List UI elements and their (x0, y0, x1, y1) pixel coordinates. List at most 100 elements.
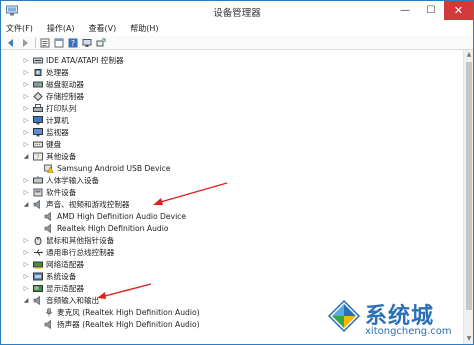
speaker-icon (44, 211, 54, 221)
svg-text:?: ? (71, 39, 75, 48)
expand-icon[interactable]: ▷ (22, 116, 30, 124)
monitor-device-icon (33, 127, 43, 137)
watermark-url: xitongcheng.com (365, 326, 452, 337)
close-button[interactable]: ✕ (444, 1, 473, 20)
tree-item-processor[interactable]: ▷ 处理器 (22, 66, 69, 78)
monitor-icon[interactable] (82, 38, 92, 48)
tree-item-samsung-usb-device[interactable]: Samsung Android USB Device (44, 162, 170, 174)
system-device-icon (33, 272, 43, 281)
collapse-icon[interactable]: ◢ (22, 152, 30, 160)
scroll-up-icon[interactable]: ▲ (465, 51, 473, 59)
tree-item-label: 系统设备 (46, 271, 77, 281)
expand-icon[interactable]: ▷ (22, 140, 30, 148)
menu-help[interactable]: 帮助(H) (130, 23, 158, 34)
tree-item-monitors[interactable]: ▷ 监视器 (22, 126, 69, 138)
other-devices-icon: ? (33, 152, 43, 161)
device-manager-window: 设备管理器 — ☐ ✕ 文件(F) 操作(A) 查看(V) 帮助(H) ? ▷ … (0, 0, 474, 345)
toolbar: ? (1, 36, 473, 50)
tree-item-hid[interactable]: ▷ 人体学输入设备 (22, 174, 99, 186)
tree-item-storage-controllers[interactable]: ▷ 存储控制器 (22, 90, 84, 102)
xitongcheng-logo-icon (327, 299, 361, 333)
tree-item-amd-hd-audio[interactable]: AMD High Definition Audio Device (44, 210, 186, 222)
tree-item-keyboards[interactable]: ▷ 键盘 (22, 138, 62, 150)
tree-item-label: 监视器 (46, 127, 69, 137)
tree-item-microphone[interactable]: 麦克风 (Realtek High Definition Audio) (44, 306, 200, 318)
expand-icon[interactable]: ▷ (22, 56, 30, 64)
tree-item-label: 键盘 (46, 139, 62, 149)
expand-icon[interactable]: ▷ (22, 248, 30, 256)
watermark: 系统城 xitongcheng.com (327, 296, 467, 342)
window-icon[interactable] (54, 38, 64, 48)
expand-icon[interactable]: ▷ (22, 260, 30, 268)
tree-item-ide-controller[interactable]: ▷ IDE ATA/ATAPI 控制器 (22, 54, 124, 66)
expand-icon[interactable]: ▷ (22, 104, 30, 112)
collapse-icon[interactable]: ◢ (22, 200, 30, 208)
tree-item-label: 显示适配器 (46, 283, 84, 293)
expand-icon[interactable]: ▷ (22, 236, 30, 244)
properties-icon[interactable] (40, 38, 50, 48)
tree-item-label: 其他设备 (46, 151, 77, 161)
tree-item-label: 扬声器 (Realtek High Definition Audio) (57, 319, 200, 329)
forward-icon[interactable] (20, 38, 30, 48)
tree-item-label: 鼠标和其他指针设备 (46, 235, 115, 245)
speaker-icon (33, 295, 43, 305)
minimize-button[interactable]: — (392, 1, 418, 20)
display-adapter-icon (33, 284, 43, 293)
menu-action[interactable]: 操作(A) (47, 23, 75, 34)
tree-item-system-devices[interactable]: ▷ 系统设备 (22, 270, 77, 282)
tree-item-computer[interactable]: ▷ 计算机 (22, 114, 69, 126)
tree-item-label: 磁盘驱动器 (46, 79, 84, 89)
annotation-arrow-audio-io (97, 283, 152, 299)
processor-icon (33, 68, 43, 77)
scan-icon[interactable] (96, 38, 106, 48)
computer-icon (33, 115, 43, 125)
disk-drive-icon (33, 80, 43, 89)
storage-controller-icon (33, 91, 43, 101)
tree-item-mice[interactable]: ▷ 鼠标和其他指针设备 (22, 234, 114, 246)
network-adapter-icon (33, 260, 43, 269)
printer-icon (33, 103, 43, 113)
scrollbar-thumb[interactable] (466, 62, 472, 310)
tree-item-realtek-hd-audio[interactable]: Realtek High Definition Audio (44, 222, 168, 234)
tree-item-sound-video-game-controllers[interactable]: ◢ 声音、视频和游戏控制器 (22, 198, 130, 210)
keyboard-icon (33, 140, 43, 149)
svg-text:?: ? (36, 154, 39, 161)
menu-view[interactable]: 查看(V) (89, 23, 117, 34)
speaker-icon (33, 199, 43, 209)
tree-item-disk-drives[interactable]: ▷ 磁盘驱动器 (22, 78, 84, 90)
expand-icon[interactable]: ▷ (22, 128, 30, 136)
tree-item-label: 计算机 (46, 115, 69, 125)
expand-icon[interactable]: ▷ (22, 92, 30, 100)
tree-item-audio-inputs-outputs[interactable]: ◢ 音频输入和输出 (22, 294, 99, 306)
tree-item-label: IDE ATA/ATAPI 控制器 (46, 55, 124, 65)
expand-icon[interactable]: ▷ (22, 80, 30, 88)
tree-item-label: 声音、视频和游戏控制器 (46, 199, 130, 209)
tree-item-usb-controllers[interactable]: ▷ 通用串行总线控制器 (22, 246, 115, 258)
expand-icon[interactable]: ▷ (22, 188, 30, 196)
menu-file[interactable]: 文件(F) (6, 23, 33, 34)
tree-item-other-devices[interactable]: ◢ ? 其他设备 (22, 150, 77, 162)
back-icon[interactable] (6, 38, 16, 48)
speaker-icon (44, 319, 54, 329)
expand-icon[interactable]: ▷ (22, 284, 30, 292)
software-device-icon (33, 188, 43, 197)
mouse-icon (33, 236, 43, 245)
expand-icon[interactable]: ▷ (22, 68, 30, 76)
expand-icon[interactable]: ▷ (22, 176, 30, 184)
usb-icon (33, 248, 43, 257)
tree-item-speakers[interactable]: 扬声器 (Realtek High Definition Audio) (44, 318, 200, 330)
expand-icon[interactable]: ▷ (22, 272, 30, 280)
help-icon[interactable]: ? (68, 38, 78, 48)
menu-bar: 文件(F) 操作(A) 查看(V) 帮助(H) (1, 20, 473, 36)
maximize-button[interactable]: ☐ (418, 1, 444, 20)
tree-item-label: 麦克风 (Realtek High Definition Audio) (57, 307, 200, 317)
tree-item-software-devices[interactable]: ▷ 软件设备 (22, 186, 77, 198)
tree-item-network-adapters[interactable]: ▷ 网络适配器 (22, 258, 84, 270)
tree-item-display-adapters[interactable]: ▷ 显示适配器 (22, 282, 84, 294)
collapse-icon[interactable]: ◢ (22, 296, 30, 304)
title-bar[interactable]: 设备管理器 — ☐ ✕ (1, 1, 473, 20)
tree-item-label: 打印队列 (46, 103, 77, 113)
tree-item-print-queues[interactable]: ▷ 打印队列 (22, 102, 76, 114)
microphone-icon (44, 307, 54, 317)
tree-item-label: 音频输入和输出 (46, 295, 100, 305)
